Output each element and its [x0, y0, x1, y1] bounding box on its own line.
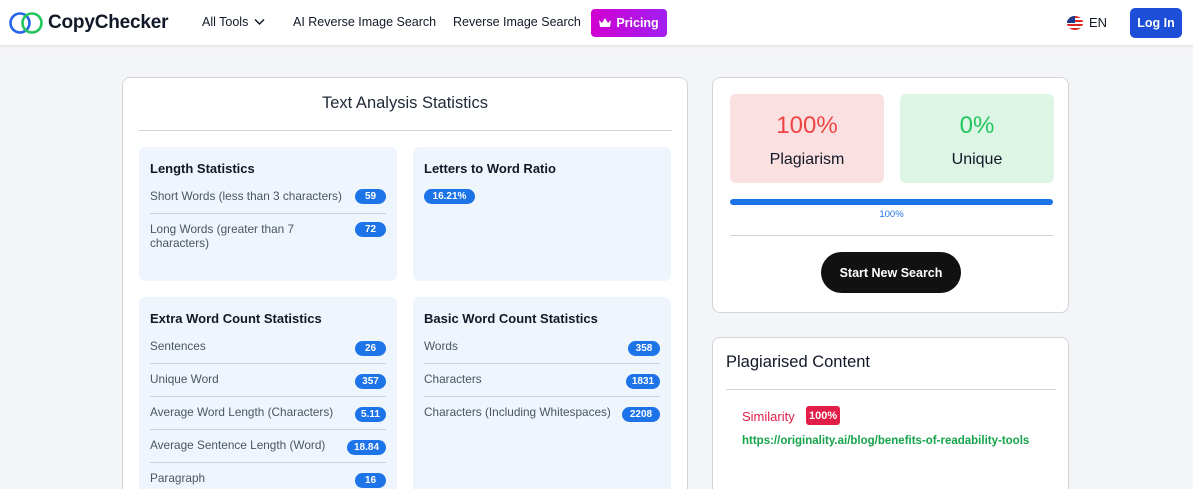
divider	[726, 389, 1056, 390]
crown-icon	[599, 18, 612, 27]
divider	[139, 130, 672, 131]
value-badge: 5.11	[355, 407, 386, 422]
row-label: Short Words (less than 3 characters)	[150, 189, 342, 203]
unique-label: Unique	[951, 151, 1003, 168]
chevron-down-icon	[254, 18, 265, 26]
value-badge: 18.84	[347, 440, 386, 455]
value-badge: 26	[355, 341, 386, 356]
value-badge: 1831	[626, 374, 660, 389]
row-divider	[150, 462, 386, 463]
card-title: Letters to Word Ratio	[424, 161, 556, 176]
progress-text: 100%	[879, 209, 904, 220]
card-title: Length Statistics	[150, 161, 255, 176]
letters-to-word-ratio-card: Letters to Word Ratio 16.21%	[413, 147, 671, 281]
divider	[730, 235, 1053, 236]
row-label: Paragraph	[150, 471, 206, 485]
value-badge: 16.21%	[424, 189, 475, 204]
language-selector[interactable]: EN	[1067, 15, 1107, 30]
value-badge: 59	[355, 189, 386, 204]
row-label: Characters (Including Whitespaces)	[424, 405, 611, 419]
source-link[interactable]: https://originality.ai/blog/benefits-of-…	[742, 435, 1029, 447]
text-analysis-panel: Text Analysis Statistics Length Statisti…	[122, 77, 688, 489]
basic-word-count-card: Basic Word Count Statistics Words 358 Ch…	[413, 297, 671, 489]
us-flag-icon	[1067, 15, 1083, 30]
value-badge: 16	[355, 473, 386, 488]
top-nav-bar: CopyChecker All Tools AI Reverse Image S…	[0, 0, 1193, 46]
row-divider	[150, 429, 386, 430]
similarity-label: Similarity	[742, 409, 795, 424]
result-panel: 100% Plagiarism 0% Unique 100% Start New…	[712, 77, 1069, 313]
row-label: Unique Word	[150, 372, 219, 386]
pricing-button[interactable]: Pricing	[591, 9, 667, 37]
panel-title: Text Analysis Statistics	[322, 94, 488, 112]
row-label: Average Word Length (Characters)	[150, 405, 334, 419]
card-title: Basic Word Count Statistics	[424, 311, 598, 326]
nav-all-tools-label: All Tools	[202, 15, 249, 29]
row-label: Characters	[424, 372, 482, 386]
plagiarism-value: 100%	[776, 112, 838, 139]
card-title: Extra Word Count Statistics	[150, 311, 322, 326]
progress-bar	[730, 199, 1053, 205]
row-divider	[150, 213, 386, 214]
logo-icon	[9, 12, 43, 34]
nav-all-tools[interactable]: All Tools	[202, 15, 265, 29]
row-label: Average Sentence Length (Word)	[150, 438, 326, 452]
progress-fill	[730, 199, 1053, 205]
value-badge: 357	[355, 374, 386, 389]
nav-reverse-image-search[interactable]: Reverse Image Search	[453, 15, 581, 29]
plagiarised-content-title: Plagiarised Content	[726, 353, 871, 371]
nav-ai-reverse-image-search[interactable]: AI Reverse Image Search	[293, 15, 436, 29]
row-divider	[150, 396, 386, 397]
logo[interactable]: CopyChecker	[8, 11, 168, 35]
row-label: Long Words (greater than 7 characters)	[150, 222, 295, 250]
length-statistics-card: Length Statistics Short Words (less than…	[139, 147, 397, 281]
plagiarism-box: 100% Plagiarism	[730, 94, 884, 183]
plagiarised-content-panel: Plagiarised Content Similarity 100% http…	[712, 337, 1069, 489]
extra-word-count-card: Extra Word Count Statistics Sentences 26…	[139, 297, 397, 489]
language-label: EN	[1089, 15, 1108, 30]
unique-box: 0% Unique	[900, 94, 1054, 183]
unique-value: 0%	[959, 112, 995, 139]
row-label: Sentences	[150, 339, 206, 353]
row-divider	[424, 396, 660, 397]
similarity-badge: 100%	[806, 406, 841, 425]
start-new-search-button[interactable]: Start New Search	[821, 252, 961, 293]
row-divider	[150, 363, 386, 364]
value-badge: 72	[355, 222, 386, 237]
row-divider	[424, 363, 660, 364]
pricing-label: Pricing	[616, 16, 659, 30]
logo-text: CopyChecker	[48, 12, 169, 33]
plagiarism-label: Plagiarism	[769, 151, 845, 168]
row-label: Words	[424, 339, 458, 353]
value-badge: 2208	[622, 407, 660, 422]
login-button[interactable]: Log In	[1130, 8, 1182, 38]
value-badge: 358	[628, 341, 660, 356]
